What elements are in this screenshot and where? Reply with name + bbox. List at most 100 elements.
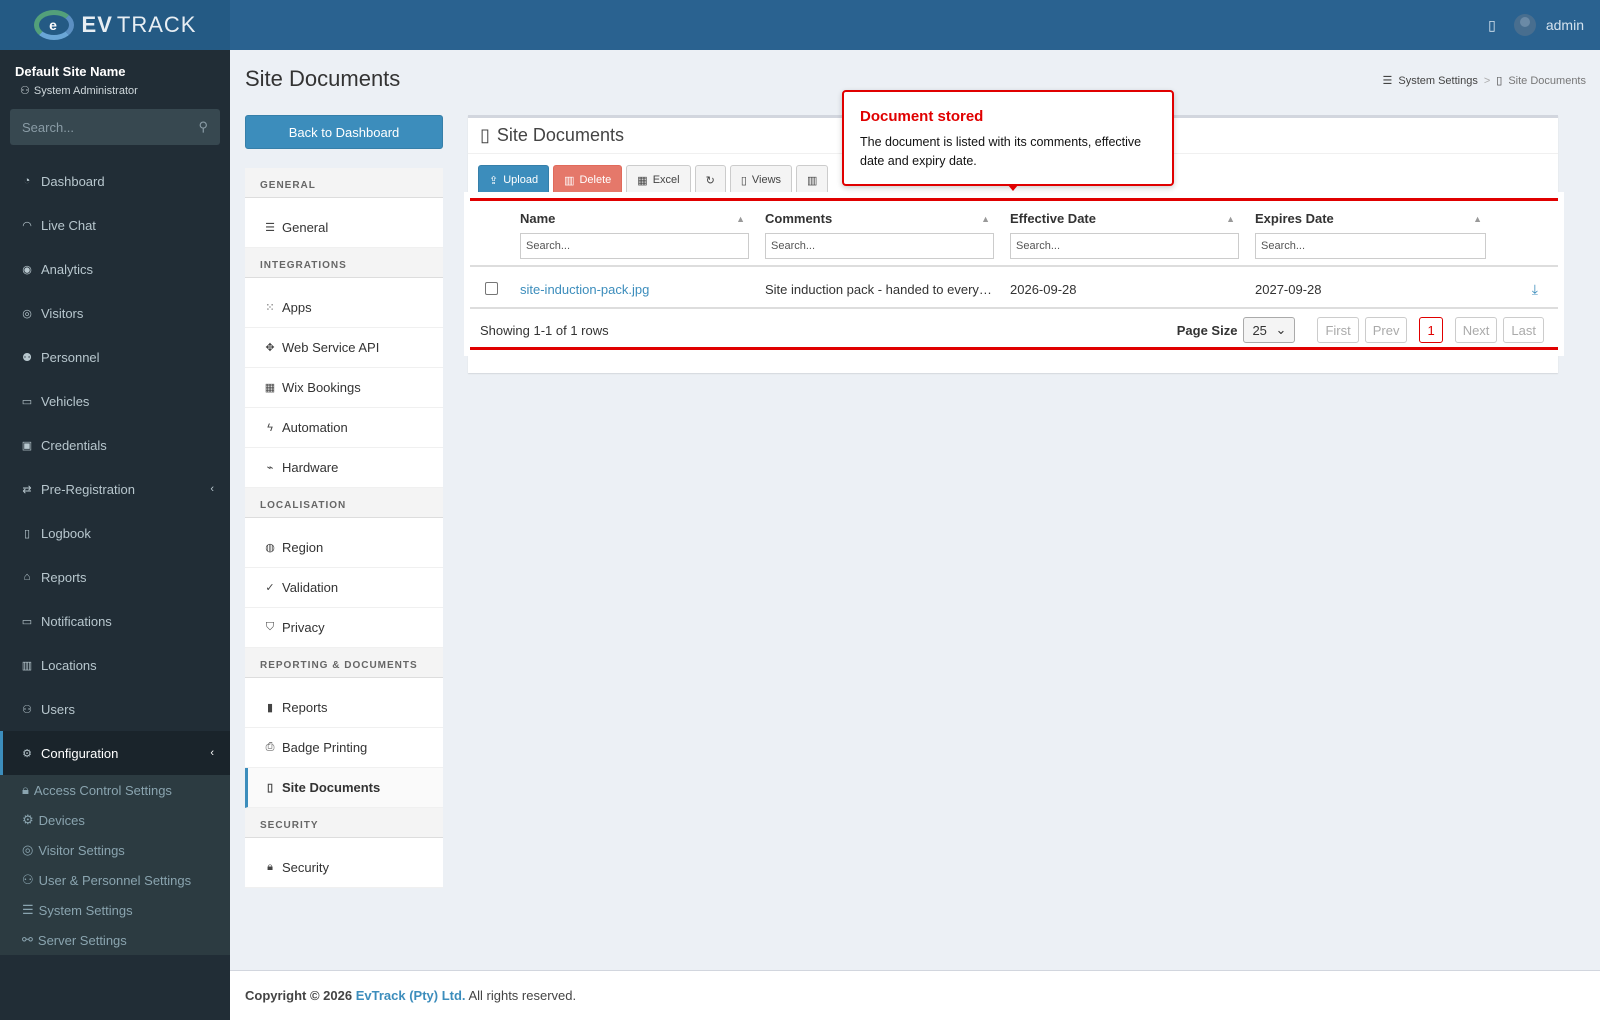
analytics-icon: ◉ (22, 263, 32, 276)
last-page-button[interactable]: Last (1503, 317, 1544, 343)
effective-date-search-input[interactable]: Search... (1010, 233, 1239, 259)
settings-nav-label: Web Service API (282, 340, 380, 355)
sort-up-icon[interactable]: ▲ (736, 214, 745, 224)
credentials-icon: ▣ (21, 439, 33, 452)
footer-company-link[interactable]: EvTrack (Pty) Ltd. (356, 988, 466, 1003)
sidebar-item-locations[interactable]: ▥ Locations (0, 643, 230, 687)
box-title-label: Site Documents (496, 125, 624, 145)
column-expires-date[interactable]: Expires Date ▲ Search... (1255, 211, 1486, 259)
sidebar-item-logbook[interactable]: ▯ Logbook (0, 511, 230, 555)
sidebar-subitem-visitor-settings[interactable]: ◎ Visitor Settings (0, 835, 230, 865)
sidebar-item-dashboard[interactable]: ◔ Dashboard (0, 159, 230, 203)
globe-icon: ◍ (265, 542, 275, 554)
sidebar-item-label: Configuration (41, 745, 119, 761)
comments-search-input[interactable]: Search... (765, 233, 994, 259)
sidebar-item-reports[interactable]: ⌂ Reports (0, 555, 230, 599)
row-checkbox[interactable] (485, 282, 498, 295)
column-comments[interactable]: Comments ▲ Search... (765, 211, 994, 259)
sidebar-subitem-user-personnel[interactable]: ⚇ User & Personnel Settings (0, 865, 230, 895)
sidebar-item-pre-registration[interactable]: ⇄ Pre-Registration ‹ (0, 467, 230, 511)
sidebar-subitem-label: System Settings (38, 902, 133, 918)
sidebar-item-personnel[interactable]: ⚉ Personnel (0, 335, 230, 379)
settings-nav-web-service-api[interactable]: ✥ Web Service API (245, 328, 443, 368)
search-icon[interactable]: ⚲ (198, 119, 208, 135)
refresh-button[interactable]: ↻ (694, 165, 726, 195)
column-name[interactable]: Name ▲ Search... (520, 211, 749, 259)
settings-nav-region[interactable]: ◍ Region (245, 528, 443, 568)
settings-nav-label: Hardware (282, 460, 339, 475)
settings-nav-header: LOCALISATION (245, 488, 443, 518)
sidebar-item-label: Live Chat (41, 217, 96, 233)
building-icon[interactable]: ▯ (1488, 17, 1496, 34)
next-page-button[interactable]: Next (1454, 317, 1498, 343)
settings-nav-label: Badge Printing (282, 740, 368, 755)
settings-nav-site-documents[interactable]: ▯ Site Documents (245, 768, 443, 808)
chevron-left-icon: ‹ (210, 483, 214, 495)
settings-nav-reports[interactable]: ▮ Reports (245, 688, 443, 728)
column-header-label: Effective Date (1010, 211, 1096, 226)
settings-nav-header: GENERAL (245, 168, 443, 198)
settings-nav-apps[interactable]: ⁙ Apps (245, 288, 443, 328)
sidebar-search-input[interactable]: Search... ⚲ (10, 109, 220, 145)
sidebar-item-live-chat[interactable]: ◠ Live Chat (0, 203, 230, 247)
breadcrumb-current: Site Documents (1508, 74, 1586, 87)
download-icon[interactable]: ⤓ (1532, 281, 1538, 298)
first-page-button[interactable]: First (1317, 317, 1359, 343)
lock-icon: 🔒︎ (267, 861, 273, 873)
person-icon: ⚉ (22, 351, 32, 364)
expires-date-search-input[interactable]: Search... (1255, 233, 1486, 259)
sidebar-subitem-label: Devices (38, 812, 85, 828)
upload-icon: ⇪ (489, 174, 499, 187)
settings-nav-general[interactable]: ☰ General (245, 208, 443, 248)
sort-up-icon[interactable]: ▲ (1226, 214, 1235, 224)
sidebar-subitem-server-settings[interactable]: ⚯ Server Settings (0, 925, 230, 955)
upload-button[interactable]: ⇪ Upload (478, 165, 550, 195)
breadcrumb-system-settings[interactable]: System Settings (1398, 75, 1477, 87)
document-effective-date: 2026-09-28 (1010, 282, 1077, 297)
document-name-link[interactable]: site-induction-pack.jpg (520, 282, 750, 297)
user-name: admin (1545, 17, 1584, 33)
name-search-input[interactable]: Search... (520, 233, 749, 259)
settings-nav-badge-printing[interactable]: ⎙ Badge Printing (245, 728, 443, 768)
prev-page-button[interactable]: Prev (1364, 317, 1408, 343)
delete-button[interactable]: ▥ Delete (553, 165, 623, 195)
settings-nav-validation[interactable]: ✓ Validation (245, 568, 443, 608)
sort-up-icon[interactable]: ▲ (1473, 214, 1482, 224)
headset-icon: ◠ (22, 219, 32, 232)
sidebar-subitem-devices[interactable]: ⚙ Devices (0, 805, 230, 835)
views-button[interactable]: ▯ Views (729, 165, 793, 195)
logo-area[interactable]: e EV TRACK (0, 0, 230, 50)
sidebar-subitem-access-control[interactable]: 🔒︎ Access Control Settings (0, 775, 230, 805)
sidebar-item-configuration[interactable]: ⚙ Configuration ‹ (0, 731, 230, 775)
settings-nav-wix-bookings[interactable]: ▦ Wix Bookings (245, 368, 443, 408)
column-header-label: Comments (765, 211, 833, 226)
sort-up-icon[interactable]: ▲ (981, 214, 990, 224)
sidebar-item-visitors[interactable]: ◎ Visitors (0, 291, 230, 335)
person-icon: ⚇ (20, 85, 30, 97)
sidebar-item-credentials[interactable]: ▣ Credentials (0, 423, 230, 467)
back-to-dashboard-button[interactable]: Back to Dashboard (245, 115, 443, 149)
sidebar-item-vehicles[interactable]: ▭ Vehicles (0, 379, 230, 423)
table-row[interactable]: site-induction-pack.jpg Site induction p… (470, 271, 1558, 309)
page-size-select[interactable]: 25 ⌄ (1243, 317, 1296, 343)
page-title: Site Documents (245, 66, 401, 91)
breadcrumb-separator: > (1483, 74, 1491, 87)
excel-button[interactable]: ▦ Excel (626, 165, 691, 195)
column-effective-date[interactable]: Effective Date ▲ Search... (1010, 211, 1239, 259)
sidebar-item-notifications[interactable]: ▭ Notifications (0, 599, 230, 643)
current-page-button[interactable]: 1 (1419, 317, 1443, 343)
page-size-value: 25 (1252, 322, 1267, 338)
settings-nav-security[interactable]: 🔒︎ Security (245, 848, 443, 888)
sidebar-item-label: Notifications (41, 613, 112, 629)
settings-nav-label: Apps (282, 300, 312, 315)
sidebar-item-users[interactable]: ⚇ Users (0, 687, 230, 731)
settings-nav-hardware[interactable]: ⌁ Hardware (245, 448, 443, 488)
sidebar-item-analytics[interactable]: ◉ Analytics (0, 247, 230, 291)
user-menu[interactable]: admin (1513, 14, 1584, 36)
settings-nav-privacy[interactable]: ⛉ Privacy (245, 608, 443, 648)
sidebar-subitem-system-settings[interactable]: ☰ System Settings (0, 895, 230, 925)
page-size-label: Page Size (1176, 322, 1238, 338)
settings-nav-automation[interactable]: ϟ Automation (245, 408, 443, 448)
hardware-icon: ⌁ (266, 462, 274, 474)
columns-button[interactable]: ▥ (796, 165, 829, 195)
